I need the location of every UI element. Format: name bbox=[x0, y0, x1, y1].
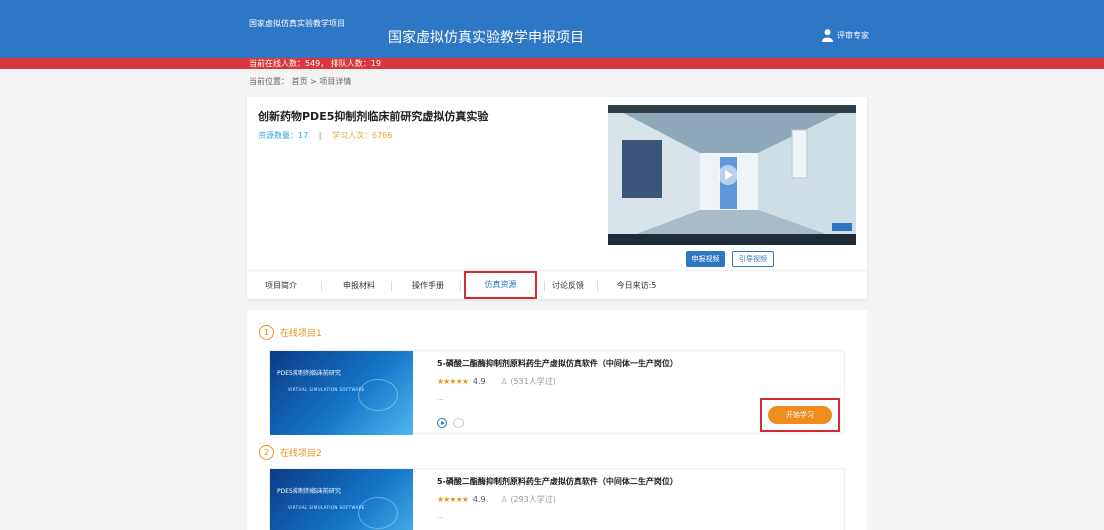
project-video[interactable] bbox=[608, 105, 856, 245]
molecule-decoration bbox=[358, 497, 398, 529]
thumbnail-subtitle: VIRTUAL SIMULATION SOFTWARE bbox=[288, 505, 365, 510]
online-project-item-2[interactable]: PDE5抑制剂临床前研究 VIRTUAL SIMULATION SOFTWARE… bbox=[269, 468, 845, 530]
tab-divider bbox=[391, 281, 392, 291]
project-rating: ★★★★★ 4.9 ♙ (531人学过) bbox=[437, 376, 556, 387]
video-top-bar bbox=[608, 105, 856, 113]
project-thumbnail[interactable]: PDE5抑制剂临床前研究 VIRTUAL SIMULATION SOFTWARE bbox=[270, 469, 413, 530]
start-button-highlight: 开始学习 bbox=[760, 398, 840, 432]
top-header: 国家虚拟仿真实验教学项目 国家虚拟仿真实验教学申报项目 评审专家 bbox=[0, 0, 1104, 58]
project-stats: 资源数量：17 | 学习人次：6766 bbox=[258, 130, 392, 141]
rating-stars-icon: ★★★★★ bbox=[437, 495, 469, 504]
tab-application-materials[interactable]: 申报材料 bbox=[338, 271, 380, 300]
online-project-heading-label: 在线项目1 bbox=[280, 329, 322, 339]
project-rating: ★★★★★ 4.9 ♙ (293人学过) bbox=[437, 494, 556, 505]
project-card: 创新药物PDE5抑制剂临床前研究虚拟仿真实验 资源数量：17 | 学习人次：67… bbox=[247, 97, 867, 299]
project-number-badge: 2 bbox=[259, 445, 274, 460]
project-title: 创新药物PDE5抑制剂临床前研究虚拟仿真实验 bbox=[258, 110, 489, 123]
start-learning-button[interactable]: 开始学习 bbox=[768, 406, 832, 424]
tab-divider bbox=[544, 281, 545, 291]
online-project-heading-1: 1 在线项目1 bbox=[259, 325, 322, 340]
tab-simulation-resources[interactable]: 仿真资源 bbox=[464, 271, 537, 299]
guide-video-button[interactable]: 引导视频 bbox=[732, 251, 774, 267]
tab-divider bbox=[321, 281, 322, 291]
video-play-button[interactable] bbox=[718, 165, 738, 185]
tab-today-visits[interactable]: 今日来访:5 bbox=[613, 271, 660, 300]
online-project-item-1[interactable]: PDE5抑制剂临床前研究 VIRTUAL SIMULATION SOFTWARE… bbox=[269, 350, 845, 435]
project-actions-icons bbox=[437, 418, 464, 428]
online-projects-panel: 1 在线项目1 PDE5抑制剂临床前研究 VIRTUAL SIMULATION … bbox=[247, 310, 867, 530]
tab-discussion[interactable]: 讨论反馈 bbox=[547, 271, 589, 300]
play-icon[interactable] bbox=[437, 418, 447, 428]
learner-count-text: (531人学过) bbox=[510, 377, 556, 386]
thumbnail-title: PDE5抑制剂临床前研究 bbox=[277, 370, 341, 377]
tab-divider bbox=[597, 281, 598, 291]
tab-divider bbox=[460, 281, 461, 291]
project-thumbnail[interactable]: PDE5抑制剂临床前研究 VIRTUAL SIMULATION SOFTWARE bbox=[270, 351, 413, 435]
molecule-decoration bbox=[358, 379, 398, 411]
project-number-badge: 1 bbox=[259, 325, 274, 340]
online-project-heading-label: 在线项目2 bbox=[280, 449, 322, 459]
thumbnail-subtitle: VIRTUAL SIMULATION SOFTWARE bbox=[288, 387, 365, 392]
thumbnail-title: PDE5抑制剂临床前研究 bbox=[277, 488, 341, 495]
rating-stars-icon: ★★★★★ bbox=[437, 377, 469, 386]
learning-count: 学习人次：6766 bbox=[331, 131, 393, 140]
learner-count-text: (293人学过) bbox=[510, 495, 556, 504]
rating-value: 4.9 bbox=[472, 495, 486, 504]
site-title[interactable]: 国家虚拟仿真实验教学申报项目 bbox=[388, 27, 584, 47]
learner-count: ♙ (293人学过) bbox=[500, 495, 556, 504]
project-description-ellipsis: ... bbox=[437, 394, 444, 402]
tab-project-intro[interactable]: 项目简介 bbox=[260, 271, 302, 300]
status-bar bbox=[0, 58, 1104, 69]
chat-icon[interactable] bbox=[453, 418, 464, 428]
video-controls-bar bbox=[608, 234, 856, 245]
online-project-title[interactable]: 5-磷酸二酯酶抑制剂原料药生产虚拟仿真软件（中间体二生产岗位） bbox=[437, 476, 678, 487]
learner-count: ♙ (531人学过) bbox=[500, 377, 556, 386]
breadcrumb[interactable]: 当前位置： 首页 > 项目详情 bbox=[249, 76, 351, 87]
rating-value: 4.9 bbox=[472, 377, 486, 386]
user-label: 评审专家 bbox=[837, 31, 869, 40]
project-tabs: 项目简介 申报材料 操作手册 仿真资源 讨论反馈 今日来访:5 bbox=[247, 270, 867, 299]
project-description-ellipsis: ... bbox=[437, 512, 444, 520]
site-small-title: 国家虚拟仿真实验教学项目 bbox=[249, 19, 345, 28]
online-status: 当前在线人数：549， 排队人数：19 bbox=[249, 59, 381, 68]
tab-operation-manual[interactable]: 操作手册 bbox=[407, 271, 449, 300]
user-menu[interactable]: 评审专家 bbox=[822, 29, 869, 42]
declare-video-button[interactable]: 申报视频 bbox=[686, 251, 725, 267]
online-project-title[interactable]: 5-磷酸二酯酶抑制剂原料药生产虚拟仿真软件（中间体一生产岗位） bbox=[437, 358, 678, 369]
stats-separator: | bbox=[318, 131, 322, 140]
video-buttons: 申报视频 引导视频 bbox=[686, 251, 774, 267]
user-icon bbox=[822, 29, 833, 42]
online-project-heading-2: 2 在线项目2 bbox=[259, 445, 322, 460]
resource-count: 资源数量：17 bbox=[258, 131, 309, 140]
